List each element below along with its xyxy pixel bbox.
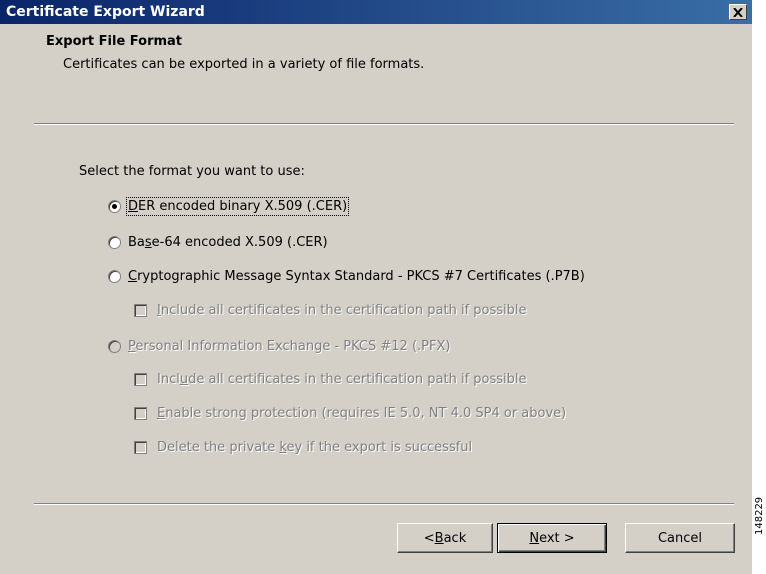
checkbox-label-strong-protection: Enable strong protection (requires IE 5.… bbox=[157, 405, 567, 421]
radio-button-pkcs7[interactable] bbox=[108, 269, 121, 283]
checkbox-label-pkcs7-include-path: Include all certificates in the certific… bbox=[157, 302, 527, 318]
footer-separator bbox=[34, 503, 734, 505]
checkbox-delete-private-key[interactable]: Delete the private key if the export is … bbox=[134, 437, 472, 457]
checkbox-pkcs7-include-path[interactable]: Include all certificates in the certific… bbox=[134, 300, 527, 320]
header-separator bbox=[34, 123, 734, 125]
checkbox-box-strong-protection[interactable] bbox=[134, 406, 147, 420]
radio-label-der: DER encoded binary X.509 (.CER) bbox=[125, 196, 350, 216]
back-button[interactable]: < Back bbox=[397, 523, 493, 553]
radio-label-pkcs7: Cryptographic Message Syntax Standard - … bbox=[128, 268, 585, 284]
cancel-button[interactable]: Cancel bbox=[625, 523, 735, 553]
checkbox-pfx-include-path[interactable]: Include all certificates in the certific… bbox=[134, 369, 527, 389]
radio-option-der[interactable]: DER encoded binary X.509 (.CER) bbox=[108, 196, 350, 216]
close-icon bbox=[733, 7, 743, 17]
checkbox-box-delete-private-key[interactable] bbox=[134, 440, 147, 454]
checkbox-box-pkcs7-include-path[interactable] bbox=[134, 303, 147, 317]
radio-option-pfx[interactable]: Personal Information Exchange - PKCS #12… bbox=[108, 336, 450, 356]
radio-option-pkcs7[interactable]: Cryptographic Message Syntax Standard - … bbox=[108, 266, 585, 286]
radio-option-base64[interactable]: Base-64 encoded X.509 (.CER) bbox=[108, 232, 328, 252]
checkbox-strong-protection[interactable]: Enable strong protection (requires IE 5.… bbox=[134, 403, 566, 423]
certificate-export-wizard-dialog: Certificate Export Wizard Export File Fo… bbox=[0, 0, 752, 574]
page-subtitle: Certificates can be exported in a variet… bbox=[63, 57, 425, 72]
checkbox-box-pfx-include-path[interactable] bbox=[134, 372, 147, 386]
radio-button-der[interactable] bbox=[108, 199, 121, 213]
checkbox-label-pfx-include-path: Include all certificates in the certific… bbox=[157, 371, 527, 387]
title-bar[interactable]: Certificate Export Wizard bbox=[0, 0, 752, 24]
figure-id-code: 148229 bbox=[754, 496, 765, 535]
radio-button-pfx[interactable] bbox=[108, 339, 121, 353]
radio-label-base64: Base-64 encoded X.509 (.CER) bbox=[128, 234, 328, 250]
close-button[interactable] bbox=[729, 4, 747, 20]
window-title: Certificate Export Wizard bbox=[6, 4, 205, 20]
checkbox-label-delete-private-key: Delete the private key if the export is … bbox=[157, 439, 473, 455]
radio-button-base64[interactable] bbox=[108, 235, 121, 249]
radio-label-pfx: Personal Information Exchange - PKCS #12… bbox=[128, 338, 451, 354]
page-title: Export File Format bbox=[46, 34, 183, 49]
format-prompt-label: Select the format you want to use: bbox=[79, 164, 305, 179]
next-button[interactable]: Next > bbox=[497, 523, 607, 553]
